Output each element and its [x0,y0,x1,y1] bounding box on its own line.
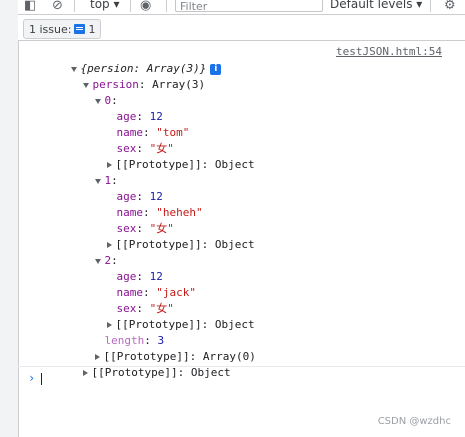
prompt-chevron-icon: › [28,371,36,385]
tree-row-name: name: "jack" [116,286,197,299]
context-select[interactable]: top ▾ [90,0,120,11]
tree-row-prototype[interactable]: [[Prototype]]: Object [80,301,255,331]
sidebar-toggle-icon[interactable]: ◧ [24,0,36,13]
eye-icon[interactable]: ◉ [140,0,151,13]
console-input-caret[interactable] [41,373,42,385]
tree-row-array-prototype[interactable]: [[Prototype]]: Array(0) [68,333,256,363]
toolbar-divider [74,0,75,12]
tree-row-age: age: 12 [116,110,163,123]
source-link[interactable]: testJSON.html:54 [336,45,442,58]
toolbar-divider [166,0,167,12]
tree-row-prototype[interactable]: [[Prototype]]: Object [80,221,255,251]
tree-row-name: name: "heheh" [116,206,203,219]
tree-row-root-prototype[interactable]: [[Prototype]]: Object [56,349,231,379]
toolbar-divider [130,0,131,12]
toolbar-divider [430,0,431,12]
info-icon[interactable]: i [210,63,222,75]
tree-row-sex: sex: "女" [116,302,174,315]
message-divider [18,366,465,367]
tree-row-name: name: "tom" [116,126,190,139]
settings-gear-icon[interactable]: ⚙ [444,0,456,13]
filter-input[interactable] [176,0,324,15]
issues-count: 1 [88,22,96,36]
clear-console-icon[interactable]: ⊘ [52,0,63,13]
console-toolbar: ◧ ⊘ top ▾ ◉ Default levels ▾ ⚙ [18,0,465,15]
watermark: CSDN @wzdhc [377,416,451,427]
tree-row-prototype[interactable]: [[Prototype]]: Object [80,141,255,171]
tree-row-index[interactable]: 2: [68,237,118,267]
collapse-triangle-icon[interactable] [82,370,88,376]
tree-row-age: age: 12 [116,270,163,283]
filter-field[interactable] [175,0,324,15]
issues-label: 1 issue: [29,22,72,36]
issue-flag-icon [74,24,86,34]
issues-button[interactable]: 1 issue: 1 [23,19,102,39]
tree-row-index[interactable]: 0: [68,77,118,107]
object-summary-row[interactable]: {persion: Array(3)} i [44,45,222,75]
left-gutter [0,0,19,437]
tree-row-persion[interactable]: persion: Array(3) [56,61,205,91]
tree-row-sex: sex: "女" [116,222,174,235]
property-value: Array(3) [152,78,206,91]
tree-row-index[interactable]: 1: [68,157,118,187]
issues-bar: 1 issue: 1 [18,15,465,41]
tree-row-length: length: 3 [104,334,165,347]
log-levels-select[interactable]: Default levels ▾ [330,0,422,11]
tree-row-age: age: 12 [116,190,163,203]
tree-row-sex: sex: "女" [116,142,174,155]
